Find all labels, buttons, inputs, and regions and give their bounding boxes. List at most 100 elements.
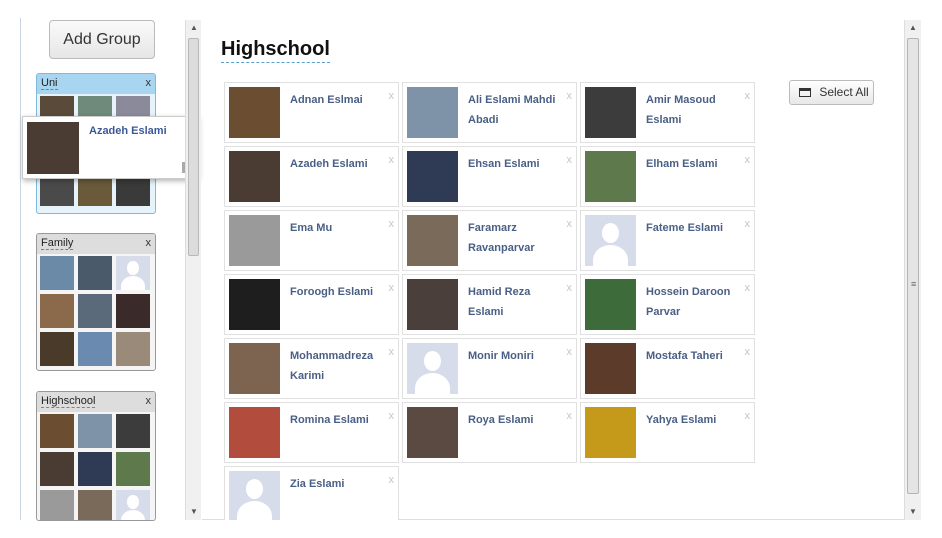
remove-icon[interactable]: x <box>567 90 573 102</box>
member-thumbnail <box>78 414 112 448</box>
member-thumbnail <box>40 332 74 366</box>
group-title[interactable]: Uni <box>41 77 58 90</box>
avatar <box>229 87 280 138</box>
friend-card[interactable]: Foroogh Eslami x <box>224 274 399 335</box>
avatar <box>229 279 280 330</box>
friend-card[interactable]: Ema Mu x <box>224 210 399 271</box>
friend-name: Roya Eslami <box>468 414 534 426</box>
avatar <box>229 151 280 202</box>
remove-icon[interactable]: x <box>567 218 573 230</box>
friend-name: Elham Eslami <box>646 158 718 170</box>
scroll-up-arrow-icon[interactable]: ▲ <box>905 20 921 36</box>
avatar <box>585 215 636 266</box>
remove-icon[interactable]: x <box>389 474 395 486</box>
friend-card[interactable]: Mostafa Taheri x <box>580 338 755 399</box>
group-thumbnails <box>37 254 155 368</box>
friend-card[interactable]: Azadeh Eslami x <box>224 146 399 207</box>
member-thumbnail <box>40 294 74 328</box>
friend-card[interactable]: Elham Eslami x <box>580 146 755 207</box>
remove-icon[interactable]: x <box>567 410 573 422</box>
group-thumbnails <box>37 412 155 520</box>
remove-icon[interactable]: x <box>389 218 395 230</box>
friend-card[interactable]: Hamid Reza Eslami x <box>402 274 577 335</box>
scrollbar-thumb[interactable] <box>188 38 199 256</box>
member-thumbnail <box>40 452 74 486</box>
close-icon[interactable]: x <box>146 77 152 89</box>
close-icon[interactable]: x <box>146 237 152 249</box>
avatar <box>229 215 280 266</box>
remove-icon[interactable]: x <box>389 154 395 166</box>
member-thumbnail <box>78 294 112 328</box>
friend-card[interactable]: Amir Masoud Eslami x <box>580 82 755 143</box>
member-thumbnail <box>78 452 112 486</box>
avatar <box>585 151 636 202</box>
avatar <box>585 279 636 330</box>
page-title[interactable]: Highschool <box>221 38 330 63</box>
friend-card[interactable]: Mohammadreza Karimi x <box>224 338 399 399</box>
friend-card[interactable]: Hossein Daroon Parvar x <box>580 274 755 335</box>
group-title[interactable]: Family <box>41 237 74 250</box>
group-card-family[interactable]: Family x <box>36 233 156 371</box>
friend-card[interactable]: Romina Eslami x <box>224 402 399 463</box>
friend-card[interactable]: Zia Eslami x <box>224 466 399 520</box>
friend-name: Azadeh Eslami <box>89 125 167 137</box>
member-thumbnail <box>40 256 74 290</box>
friend-name: Adnan Eslmai <box>290 94 363 106</box>
friend-card[interactable]: Adnan Eslmai x <box>224 82 399 143</box>
member-thumbnail <box>116 294 150 328</box>
remove-icon[interactable]: x <box>389 282 395 294</box>
scroll-down-arrow-icon[interactable]: ▼ <box>186 504 202 520</box>
scroll-down-arrow-icon[interactable]: ▼ <box>905 504 921 520</box>
member-thumbnail <box>116 490 150 520</box>
remove-icon[interactable]: x <box>389 410 395 422</box>
friend-card[interactable]: Monir Moniri x <box>402 338 577 399</box>
select-all-button[interactable]: Select All <box>789 80 874 105</box>
sidebar-scrollbar[interactable]: ▲ ▼ <box>185 20 201 520</box>
avatar <box>585 407 636 458</box>
group-title[interactable]: Highschool <box>41 395 96 408</box>
scroll-up-arrow-icon[interactable]: ▲ <box>186 20 202 36</box>
select-all-label: Select All <box>819 85 869 99</box>
friend-name: Mostafa Taheri <box>646 350 723 362</box>
member-thumbnail <box>78 490 112 520</box>
avatar <box>27 122 79 174</box>
friend-card[interactable]: Yahya Eslami x <box>580 402 755 463</box>
remove-icon[interactable]: x <box>745 154 751 166</box>
remove-icon[interactable]: x <box>745 218 751 230</box>
remove-icon[interactable]: x <box>389 346 395 358</box>
friend-name: Zia Eslami <box>290 478 345 490</box>
friends-grid: Adnan Eslmai x Ali Eslami Mahdi Abadi x Amir… <box>224 82 756 520</box>
member-thumbnail <box>78 332 112 366</box>
avatar <box>407 87 458 138</box>
remove-icon[interactable]: x <box>567 282 573 294</box>
remove-icon[interactable]: x <box>745 282 751 294</box>
member-thumbnail <box>40 414 74 448</box>
remove-icon[interactable]: x <box>567 346 573 358</box>
remove-icon[interactable]: x <box>389 90 395 102</box>
friend-card[interactable]: Ali Eslami Mahdi Abadi x <box>402 82 577 143</box>
friend-name: Yahya Eslami <box>646 414 717 426</box>
friend-card[interactable]: Roya Eslami x <box>402 402 577 463</box>
friend-card[interactable]: Ehsan Eslami x <box>402 146 577 207</box>
friend-card[interactable]: Faramarz Ravanparvar x <box>402 210 577 271</box>
friend-card[interactable]: Fateme Eslami x <box>580 210 755 271</box>
scrollbar-thumb[interactable]: ≡ <box>907 38 919 494</box>
friend-name: Ali Eslami Mahdi Abadi <box>468 94 556 126</box>
friend-name: Ema Mu <box>290 222 333 234</box>
remove-icon[interactable]: x <box>745 410 751 422</box>
avatar <box>229 471 280 520</box>
member-thumbnail <box>116 414 150 448</box>
remove-icon[interactable]: x <box>745 90 751 102</box>
avatar <box>229 343 280 394</box>
remove-icon[interactable]: x <box>567 154 573 166</box>
dragging-friend-card[interactable]: Azadeh Eslami x f <box>22 116 198 179</box>
friend-name: Fateme Eslami <box>646 222 724 234</box>
member-thumbnail <box>78 256 112 290</box>
close-icon[interactable]: x <box>146 395 152 407</box>
avatar <box>585 343 636 394</box>
add-group-button[interactable]: Add Group <box>49 20 155 59</box>
avatar <box>229 407 280 458</box>
remove-icon[interactable]: x <box>745 346 751 358</box>
main-scrollbar[interactable]: ▲ ≡ ▼ <box>904 20 921 520</box>
group-card-highschool[interactable]: Highschool x <box>36 391 156 521</box>
